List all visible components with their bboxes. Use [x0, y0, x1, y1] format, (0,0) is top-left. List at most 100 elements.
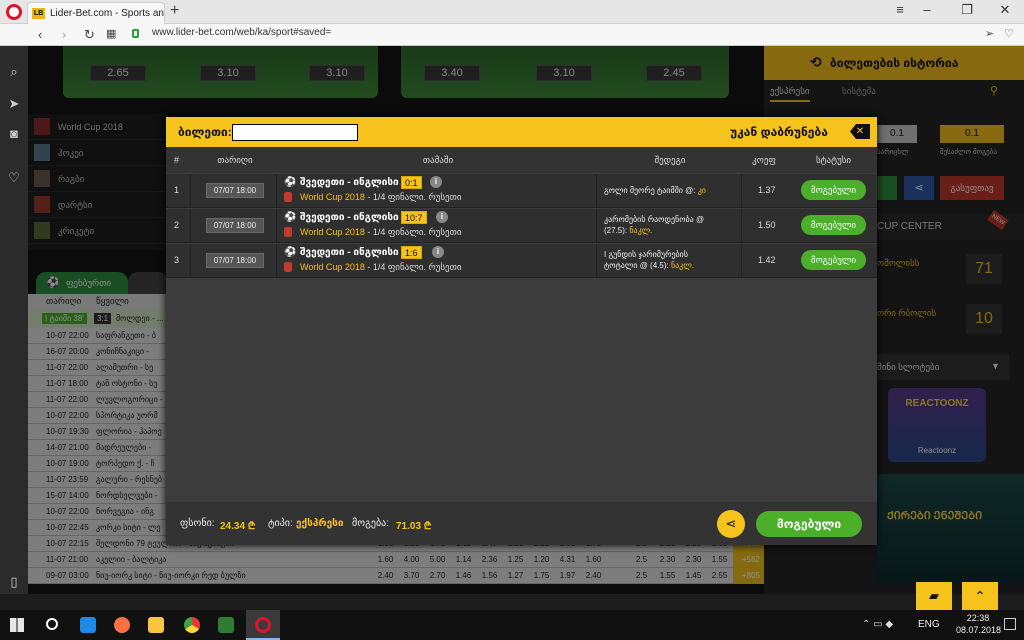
trophy-icon: [284, 192, 292, 202]
type-label: ტიპი:: [268, 518, 293, 529]
tray-icons[interactable]: ⌃ ▭ ◆: [862, 619, 893, 630]
bet-num: 2: [174, 220, 180, 230]
col-odd: კოეფ: [752, 155, 776, 165]
competition-name: World Cup 2018: [300, 192, 365, 202]
divider: [276, 209, 277, 243]
opera-menu-icon[interactable]: [6, 4, 22, 20]
bet-date: 07/07 18:00: [206, 218, 264, 233]
language-indicator[interactable]: ENG: [918, 619, 940, 630]
clock-date[interactable]: 08.07.2018: [956, 625, 1001, 635]
browser-tab[interactable]: LB Lider-Bet.com - Sports and ×: [27, 2, 165, 24]
heart-icon[interactable]: ♡: [6, 170, 22, 186]
edge-icon[interactable]: [80, 617, 96, 633]
bet-num: 3: [174, 255, 180, 265]
search-icon[interactable]: ⌕: [6, 64, 22, 80]
trophy-icon: [284, 262, 292, 272]
soccer-ball-icon: ⚽: [284, 177, 297, 188]
stake-label: ფსონი:: [180, 518, 215, 529]
bet-competition: World Cup 2018 - 1/4 ფინალი. რუსეთი: [300, 227, 461, 238]
info-icon[interactable]: i: [436, 211, 448, 223]
bet-odd: 1.50: [758, 220, 776, 230]
won-status-button[interactable]: მოგებული: [756, 511, 862, 537]
tab-title: Lider-Bet.com - Sports and: [50, 8, 165, 19]
share-icon: ⋖: [725, 516, 737, 531]
info-icon[interactable]: i: [430, 176, 442, 188]
excel-icon[interactable]: [218, 617, 234, 633]
panel-toggle-icon[interactable]: ▯: [6, 574, 22, 590]
col-date: თარიღი: [217, 155, 253, 165]
competition-round: - 1/4 ფინალი. რუსეთი: [364, 192, 462, 202]
market-result: კი: [697, 186, 706, 195]
divider: [741, 244, 742, 278]
notification-icon[interactable]: [1004, 618, 1016, 630]
browser-tab-bar: LB Lider-Bet.com - Sports and × + ≡ – ❐ …: [0, 0, 1024, 24]
col-market: შედეგი: [654, 155, 686, 165]
url-field[interactable]: www.lider-bet.com/web/ka/sport#saved=: [140, 27, 970, 43]
minimize-button[interactable]: –: [912, 2, 942, 17]
info-icon[interactable]: i: [432, 246, 444, 258]
bet-competition: World Cup 2018 - 1/4 ფინალი. რუსეთი: [300, 192, 461, 203]
send-icon[interactable]: ➢: [985, 27, 994, 40]
new-tab-button[interactable]: +: [170, 2, 179, 20]
divider: [190, 209, 191, 243]
back-button[interactable]: უკან დაბრუნება: [730, 125, 828, 139]
back-arrow-icon[interactable]: ‹: [38, 27, 42, 42]
bet-row: 3 07/07 18:00 ⚽ შვედეთი - ინგლისი 1:6 i …: [166, 244, 877, 278]
bet-market: კარომების რაოდენობა @ (27.5): ნაკლ.: [604, 214, 736, 236]
status-badge: მოგებული: [801, 250, 866, 270]
market-name: I გუნდის ჯარიმურების: [604, 250, 688, 259]
chat-icon[interactable]: ▰: [916, 582, 952, 610]
close-window-button[interactable]: ✕: [990, 2, 1020, 18]
divider: [190, 244, 191, 278]
file-explorer-icon[interactable]: [148, 617, 164, 633]
ticket-id-redacted: [232, 124, 358, 141]
divider: [596, 244, 597, 278]
clock-time[interactable]: 22:38: [956, 613, 1000, 623]
col-event: თამაში: [422, 155, 454, 165]
competition-round: - 1/4 ფინალი. რუსეთი: [364, 262, 462, 272]
col-num: #: [174, 155, 180, 165]
opera-icon: [255, 617, 271, 633]
market-name: გოლი მეორე ტაიმში: [604, 186, 686, 195]
competition-name: World Cup 2018: [300, 227, 365, 237]
reload-icon[interactable]: ↻: [84, 27, 95, 43]
market-line: ტოტალი @ (4.5):: [604, 261, 671, 270]
maximize-button[interactable]: ❐: [952, 2, 982, 18]
soccer-ball-icon: ⚽: [284, 212, 297, 223]
forward-arrow-icon[interactable]: ›: [62, 27, 66, 42]
share-button[interactable]: ⋖: [717, 510, 745, 538]
camera-icon[interactable]: ◙: [6, 126, 22, 142]
bet-odd: 1.37: [758, 185, 776, 195]
win-label: მოგება:: [352, 518, 390, 529]
bet-date: 07/07 18:00: [206, 183, 264, 198]
backspace-close-icon[interactable]: ✕: [850, 124, 870, 139]
taskbar-opera-active[interactable]: [246, 610, 280, 640]
divider: [276, 244, 277, 278]
tab-menu-icon[interactable]: ≡: [885, 2, 915, 17]
modal-header: ბილეთი: უკან დაბრუნება ✕: [166, 117, 877, 147]
divider: [596, 174, 597, 208]
bet-match: შვედეთი - ინგლისი: [300, 212, 399, 223]
bet-market: გოლი მეორე ტაიმში @: კი: [604, 185, 736, 196]
modal-footer: ფსონი: 24.34 ₾ ტიპი: ექსპრესი მოგება: 71…: [166, 502, 877, 545]
market-line: @:: [685, 186, 698, 195]
bet-match: შვედეთი - ინგლისი: [300, 247, 399, 258]
divider: [276, 174, 277, 208]
type-value: ექსპრესი: [296, 518, 344, 529]
bet-competition: World Cup 2018 - 1/4 ფინალი. რუსეთი: [300, 262, 461, 273]
chrome-icon[interactable]: [184, 617, 200, 633]
divider: [190, 174, 191, 208]
bet-match: შვედეთი - ინგლისი: [300, 177, 399, 188]
market-result: ნაკლ.: [629, 226, 653, 235]
opera-sidebar: ⌕ ➤ ◙ ♡ ▯: [0, 46, 28, 594]
scroll-top-icon[interactable]: ⌃: [962, 582, 998, 610]
market-name: კარომების რაოდენობა @: [604, 215, 705, 224]
heart-icon[interactable]: ♡: [1004, 27, 1014, 40]
firefox-icon[interactable]: [114, 617, 130, 633]
soccer-ball-icon: ⚽: [284, 247, 297, 258]
cortana-icon[interactable]: [46, 618, 58, 630]
speed-dial-icon[interactable]: ▦: [106, 27, 116, 40]
windows-start-icon[interactable]: [10, 618, 24, 632]
windows-taskbar: ⌃ ▭ ◆ ENG 22:38 08.07.2018: [0, 610, 1024, 640]
send-icon[interactable]: ➤: [6, 96, 22, 112]
